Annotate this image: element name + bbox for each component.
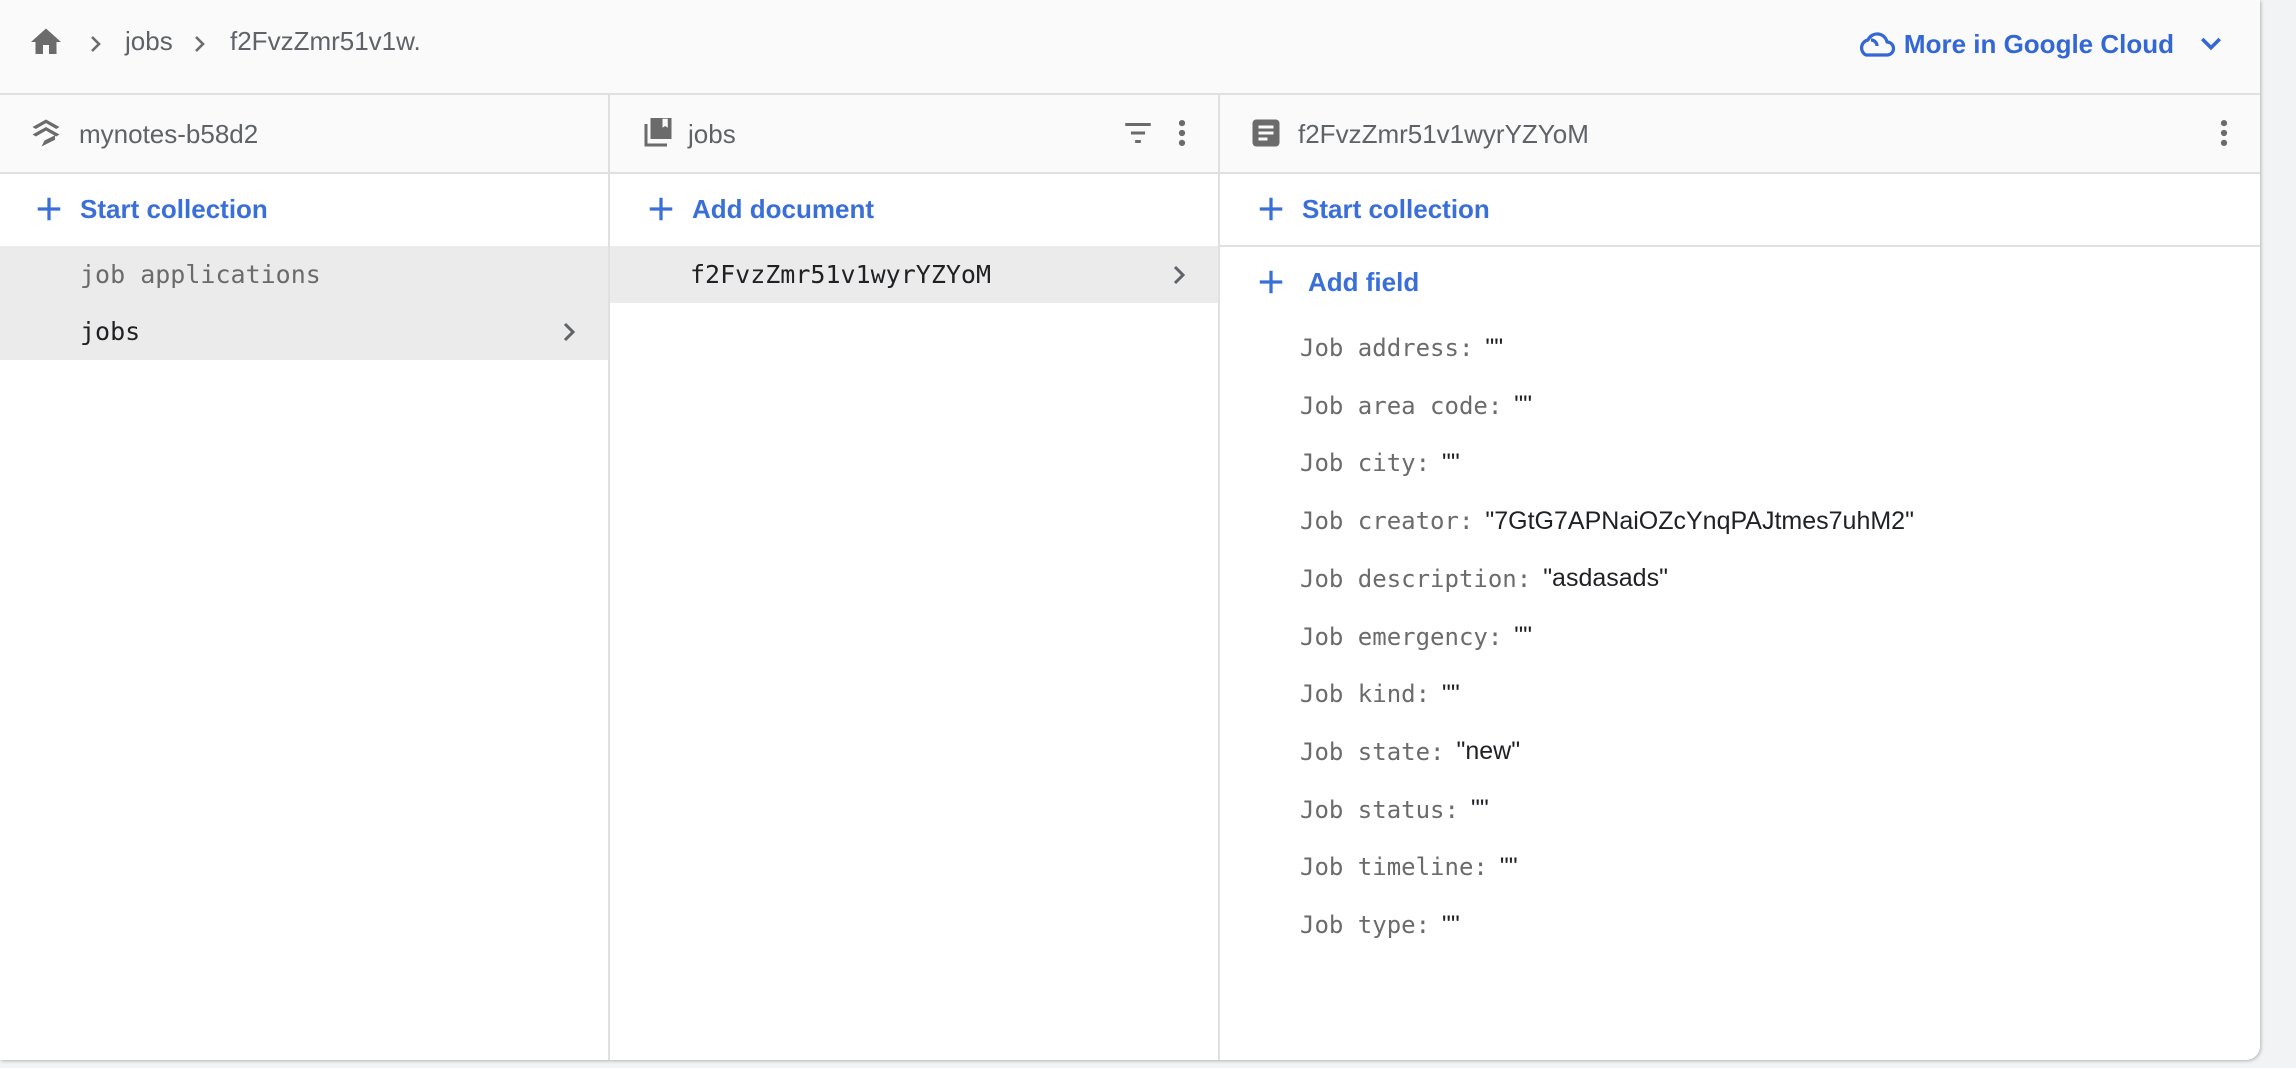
field-key: Job type: [1300, 911, 1431, 939]
more-in-google-cloud-label: More in Google Cloud [1903, 28, 2174, 59]
field-row[interactable]: Job timeline: "" [1300, 847, 1518, 887]
start-collection-label: Start collection [80, 193, 268, 224]
plus-icon [37, 197, 61, 221]
field-value: "" [1514, 391, 1533, 420]
field-key: Job emergency: [1300, 622, 1503, 651]
field-row[interactable]: Job emergency: "" [1300, 617, 1532, 657]
chevron-right-icon [1173, 265, 1186, 285]
start-collection-button[interactable]: Start collection [0, 174, 608, 244]
chevron-right-icon [195, 36, 205, 52]
field-key: Job address: [1300, 334, 1474, 362]
breadcrumb-item-document[interactable]: f2FvzZmr51v1w. [230, 26, 421, 57]
collection-panel-header: jobs [610, 95, 1218, 174]
more-vert-icon [1178, 119, 1186, 147]
start-collection-button[interactable]: Start collection [1220, 174, 2260, 244]
document-panel-header: f2FvzZmr51v1wyrYZYoM [1220, 95, 2260, 174]
root-panel-header: mynotes-b58d2 [0, 95, 608, 174]
database-stack-icon [32, 119, 60, 147]
add-field-label: Add field [1308, 266, 1420, 297]
chevron-down-icon[interactable] [2196, 29, 2226, 59]
field-row[interactable]: Job state: "new" [1300, 732, 1520, 772]
plus-icon [1259, 197, 1283, 221]
breadcrumb-bar: jobs f2FvzZmr51v1w. More in Google Cloud [0, 0, 2260, 95]
cloud-icon [1859, 32, 1895, 57]
filter-icon [1125, 122, 1151, 144]
field-key: Job area code: [1300, 391, 1503, 420]
field-value: "" [1470, 795, 1489, 824]
field-row[interactable]: Job description: "asdasads" [1300, 559, 1668, 599]
project-title: mynotes-b58d2 [79, 119, 259, 149]
field-row[interactable]: Job type: "" [1300, 905, 1460, 945]
collection-title: jobs [688, 119, 736, 149]
collection-item-jobs[interactable]: jobs [0, 303, 608, 360]
plus-icon [649, 197, 673, 221]
field-value: "" [1442, 448, 1460, 477]
collection-item-job-applications[interactable]: job applications [0, 246, 608, 303]
add-field-button[interactable]: Add field [1220, 247, 2260, 317]
field-key: Job status: [1300, 795, 1459, 824]
field-value: "" [1442, 910, 1460, 939]
more-in-google-cloud-button[interactable]: More in Google Cloud [1856, 20, 2226, 68]
field-row[interactable]: Job address: "" [1300, 328, 1503, 368]
field-key: Job state: [1300, 737, 1445, 766]
chevron-right-icon [91, 36, 101, 52]
field-value: "new" [1456, 737, 1521, 766]
document-title: f2FvzZmr51v1wyrYZYoM [1298, 119, 1589, 149]
document-icon [1252, 119, 1280, 147]
collection-panel: jobs Add document f2FvzZmr51v1wyrYZYoM [610, 95, 1218, 1060]
collection-icon [644, 118, 672, 147]
chevron-right-icon [563, 322, 576, 342]
field-value: "" [1499, 852, 1518, 881]
field-key: Job city: [1300, 449, 1431, 478]
add-document-label: Add document [692, 193, 874, 224]
field-key: Job kind: [1300, 680, 1431, 709]
collection-item-label: jobs [80, 317, 141, 346]
root-panel: mynotes-b58d2 Start collection job appli… [0, 95, 608, 1060]
field-value: "" [1514, 622, 1533, 650]
plus-icon [1259, 270, 1283, 294]
start-collection-label: Start collection [1302, 193, 1490, 224]
field-value: "7GtG7APNaiOZcYnqPAJtmes7uhM2" [1485, 506, 1914, 535]
field-row[interactable]: Job kind: "" [1300, 674, 1460, 714]
field-value: "" [1442, 679, 1460, 708]
more-vert-icon [2220, 119, 2228, 147]
field-key: Job timeline: [1300, 853, 1488, 882]
add-document-button[interactable]: Add document [610, 174, 1218, 244]
field-row[interactable]: Job area code: "" [1300, 386, 1532, 426]
home-icon[interactable] [28, 24, 64, 60]
field-key: Job creator: [1300, 507, 1474, 536]
document-panel: f2FvzZmr51v1wyrYZYoM Start collection Ad… [1220, 95, 2260, 1060]
document-item[interactable]: f2FvzZmr51v1wyrYZYoM [610, 246, 1218, 303]
field-row[interactable]: Job city: "" [1300, 443, 1460, 483]
field-row[interactable]: Job status: "" [1300, 790, 1489, 830]
filter-button[interactable] [1118, 113, 1158, 153]
collection-more-button[interactable] [1162, 113, 1202, 153]
field-value: "" [1485, 333, 1504, 362]
collection-item-label: job applications [80, 260, 321, 289]
firestore-data-viewer: jobs f2FvzZmr51v1w. More in Google Cloud… [0, 0, 2260, 1060]
field-key: Job description: [1300, 564, 1532, 593]
document-item-label: f2FvzZmr51v1wyrYZYoM [690, 260, 992, 289]
document-more-button[interactable] [2204, 113, 2244, 153]
breadcrumb-item-jobs[interactable]: jobs [125, 26, 173, 57]
field-value: "asdasads" [1543, 564, 1668, 593]
field-row[interactable]: Job creator: "7GtG7APNaiOZcYnqPAJtmes7uhM… [1300, 501, 1914, 541]
